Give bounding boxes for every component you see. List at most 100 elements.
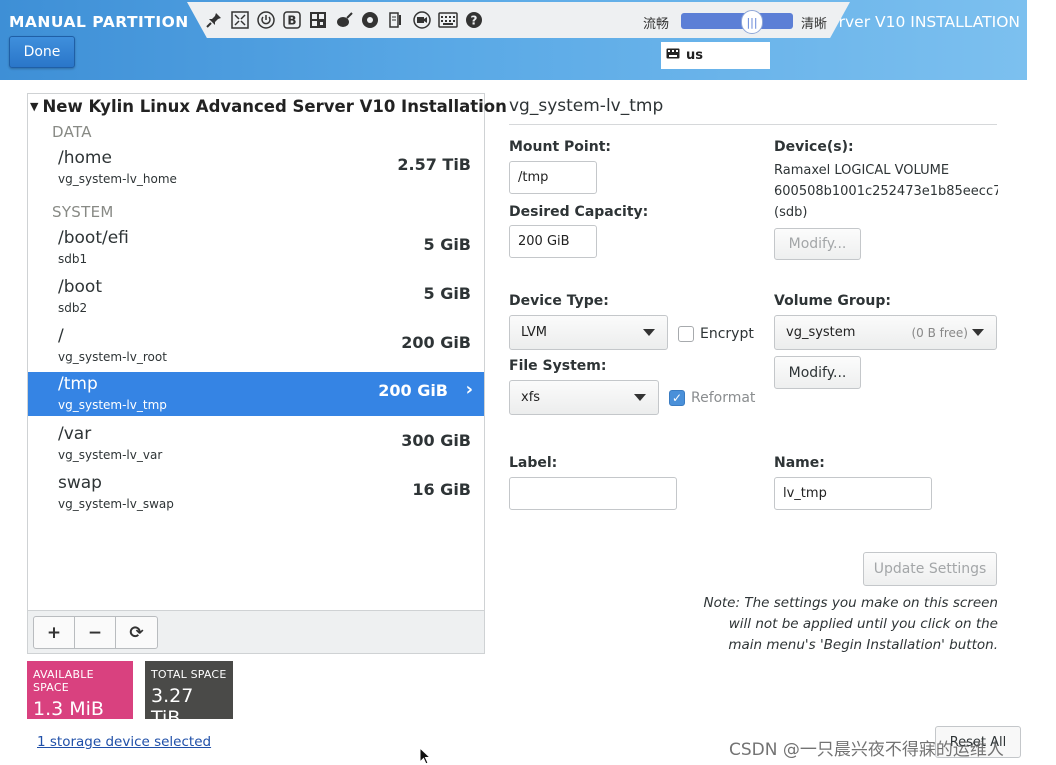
partition-row-boot-efi[interactable]: /boot/efi sdb1 5 GiB — [28, 226, 484, 270]
name-field-label: Name: — [774, 455, 825, 471]
available-space-box: AVAILABLE SPACE 1.3 MiB — [27, 661, 133, 720]
desired-capacity-field[interactable]: 200 GiB — [509, 225, 597, 258]
power-icon[interactable] — [256, 10, 276, 30]
total-space-box: TOTAL SPACE 3.27 TiB — [145, 661, 233, 729]
done-button[interactable]: Done — [9, 36, 75, 68]
installation-tree-header[interactable]: ▼ New Kylin Linux Advanced Server V10 Ins… — [30, 97, 507, 116]
file-system-value: xfs — [521, 390, 541, 405]
partition-size: 5 GiB — [423, 284, 471, 303]
selected-device-title: vg_system-lv_tmp — [509, 96, 664, 116]
volume-group-free: (0 B free) — [911, 325, 968, 340]
pin-icon[interactable] — [204, 10, 224, 30]
partition-mount-point: /home — [58, 148, 112, 168]
installation-tree-title: New Kylin Linux Advanced Server V10 Inst… — [42, 97, 507, 116]
dropdown-caret-icon — [972, 329, 984, 336]
file-system-label: File System: — [509, 358, 607, 374]
desired-capacity-label: Desired Capacity: — [509, 204, 649, 220]
mouse-cursor-icon — [419, 746, 432, 765]
device-type-label: Device Type: — [509, 293, 609, 309]
expand-arrow-icon[interactable]: ▼ — [30, 100, 38, 113]
mount-point-field[interactable]: /tmp — [509, 161, 597, 194]
devices-label: Device(s): — [774, 139, 854, 155]
partition-size: 5 GiB — [423, 235, 471, 254]
keyboard-layout-label: us — [686, 48, 703, 63]
section-system: SYSTEM — [52, 203, 114, 221]
mount-point-label: Mount Point: — [509, 139, 611, 155]
partition-device: vg_system-lv_swap — [58, 497, 174, 511]
partition-mount-point: /tmp — [58, 374, 98, 394]
chevron-right-icon: › — [465, 379, 473, 400]
quality-slider-handle[interactable]: ||| — [741, 10, 763, 34]
remote-toolbar: B ? 流畅 ||| 清晰 — [187, 2, 850, 38]
refresh-button[interactable]: ⟳ — [116, 617, 157, 648]
camera-icon[interactable] — [412, 10, 432, 30]
volume-group-value: vg_system — [786, 325, 856, 340]
partition-tree-panel: ▼ New Kylin Linux Advanced Server V10 Ins… — [27, 93, 507, 654]
keyboard-layout-indicator[interactable]: us — [661, 42, 770, 69]
settings-note: Note: The settings you make on this scre… — [703, 595, 998, 653]
record-icon[interactable] — [360, 10, 380, 30]
partition-device: sdb2 — [58, 301, 88, 315]
partition-row-home[interactable]: /home vg_system-lv_home 2.57 TiB — [28, 146, 484, 190]
quality-slider-track[interactable] — [681, 13, 793, 29]
partition-row-swap[interactable]: swap vg_system-lv_swap 16 GiB — [28, 471, 484, 515]
page-title: MANUAL PARTITIONING — [9, 13, 187, 31]
partition-device: sdb1 — [58, 252, 88, 266]
checkmark-icon[interactable]: ✓ — [669, 390, 685, 406]
fullscreen-icon[interactable] — [230, 10, 250, 30]
keyboard-icon[interactable] — [438, 10, 458, 30]
partition-device: vg_system-lv_var — [58, 448, 163, 462]
keyboard-icon — [666, 48, 680, 63]
modify-volume-group-button[interactable]: Modify... — [774, 356, 861, 389]
partition-size: 200 GiB — [401, 333, 471, 352]
partition-device: vg_system-lv_tmp — [58, 398, 167, 412]
partition-row-tmp[interactable]: /tmp vg_system-lv_tmp 200 GiB › — [28, 372, 484, 416]
partition-size: 300 GiB — [401, 431, 471, 450]
brush-icon[interactable] — [334, 10, 354, 30]
name-field[interactable]: lv_tmp — [774, 477, 932, 510]
details-separator — [509, 124, 997, 125]
storage-devices-link[interactable]: 1 storage device selected — [37, 734, 211, 750]
svg-text:?: ? — [471, 14, 478, 28]
header-bar: MANUAL PARTITIONING rver V10 INSTALLATIO… — [0, 0, 1027, 80]
file-system-select[interactable]: xfs — [509, 380, 659, 415]
partition-size: 2.57 TiB — [397, 155, 471, 174]
encrypt-checkbox[interactable]: Encrypt — [678, 326, 754, 342]
encrypt-checkbox-box[interactable] — [678, 326, 694, 342]
encrypt-label: Encrypt — [700, 326, 754, 342]
partition-size: 200 GiB — [378, 381, 448, 400]
svg-text:B: B — [287, 14, 296, 28]
available-space-value: 1.3 MiB — [33, 698, 104, 720]
add-partition-button[interactable]: + — [34, 617, 75, 648]
label-field-label: Label: — [509, 455, 558, 471]
available-space-caption: AVAILABLE SPACE — [33, 668, 94, 694]
partition-row-var[interactable]: /var vg_system-lv_var 300 GiB — [28, 422, 484, 466]
update-settings-button[interactable]: Update Settings — [863, 552, 997, 586]
reformat-checkbox[interactable]: ✓ Reformat — [669, 390, 755, 406]
watermark-text: CSDN @一只晨兴夜不得寐的运维人 — [729, 740, 1004, 760]
partition-mount-point: /var — [58, 424, 92, 444]
partition-device: vg_system-lv_root — [58, 350, 167, 364]
clipboard-icon[interactable] — [386, 10, 406, 30]
partition-row-boot[interactable]: /boot sdb2 5 GiB — [28, 275, 484, 319]
partition-row-root[interactable]: / vg_system-lv_root 200 GiB — [28, 324, 484, 368]
reformat-label: Reformat — [691, 390, 756, 406]
partition-mount-point: /boot — [58, 277, 102, 297]
partition-size: 16 GiB — [412, 480, 471, 499]
qr-icon[interactable] — [308, 10, 328, 30]
bold-b-icon[interactable]: B — [282, 10, 302, 30]
device-type-select[interactable]: LVM — [509, 315, 668, 350]
modify-devices-button[interactable]: Modify... — [774, 228, 861, 260]
dropdown-caret-icon — [643, 329, 655, 336]
help-icon[interactable]: ? — [464, 10, 484, 30]
device-disk-text: (sdb) — [774, 205, 808, 220]
partition-actions-bar: + − ⟳ — [28, 610, 484, 653]
dropdown-caret-icon — [634, 394, 646, 401]
clear-label: 清晰 — [801, 17, 828, 32]
volume-group-select[interactable]: vg_system (0 B free) — [774, 315, 997, 350]
partition-device: vg_system-lv_home — [58, 172, 177, 186]
remove-partition-button[interactable]: − — [75, 617, 116, 648]
label-field[interactable] — [509, 477, 677, 510]
device-type-value: LVM — [521, 325, 547, 340]
partition-mount-point: /boot/efi — [58, 228, 129, 248]
